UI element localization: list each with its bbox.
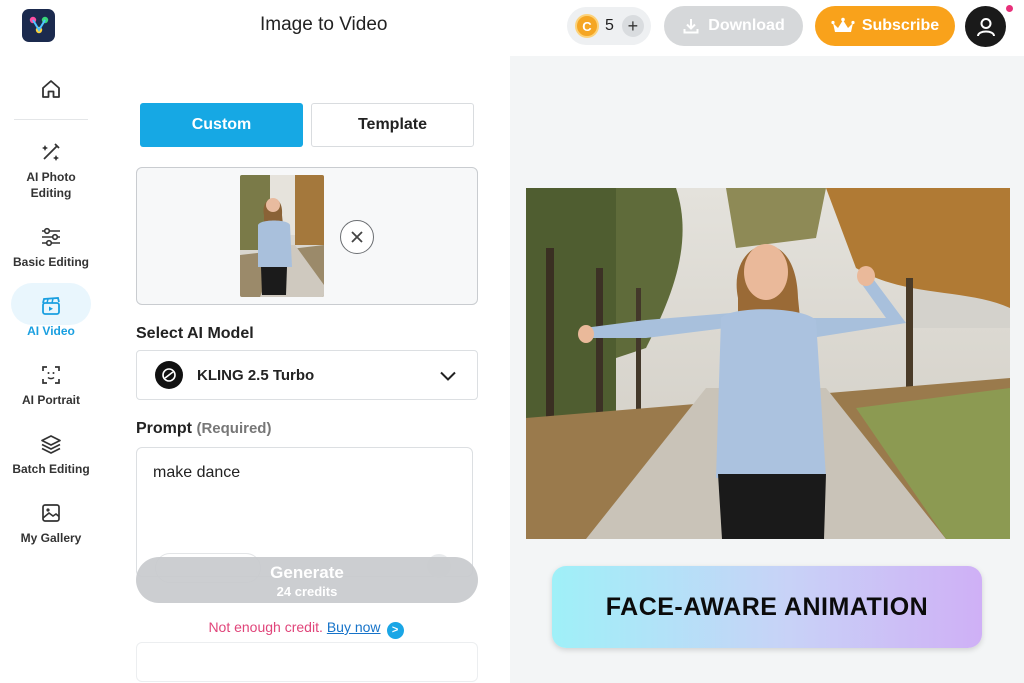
- model-dropdown[interactable]: KLING 2.5 Turbo: [136, 350, 478, 400]
- prompt-label: Prompt: [136, 420, 192, 437]
- selected-model: KLING 2.5 Turbo: [197, 366, 315, 384]
- layers-icon: [41, 435, 61, 454]
- download-button[interactable]: Download: [664, 6, 803, 46]
- sidebar-item-label: Batch Editing: [12, 462, 90, 476]
- kling-logo-icon: [155, 361, 183, 389]
- home-icon: [42, 80, 60, 98]
- logo-icon: [29, 16, 48, 33]
- coin-icon: C: [575, 14, 599, 38]
- sidebar-item-batch-editing[interactable]: Batch Editing: [0, 433, 102, 477]
- credits-widget[interactable]: C 5 +: [567, 7, 651, 45]
- app-logo[interactable]: [22, 9, 55, 42]
- negative-prompt-input[interactable]: [136, 642, 478, 682]
- notice-text: Not enough credit.: [208, 619, 323, 635]
- sliders-icon: [42, 227, 60, 247]
- tab-custom[interactable]: Custom: [140, 103, 303, 147]
- sidebar-item-home[interactable]: [40, 78, 62, 105]
- sidebar-item-label: AI Portrait: [21, 393, 80, 407]
- generate-label: Generate: [270, 563, 344, 582]
- sidebar-item-my-gallery[interactable]: My Gallery: [0, 502, 102, 546]
- sidebar: AI Photo Editing Basic Editing AI Video …: [0, 56, 102, 683]
- top-bar: Image to Video C 5 + Download Subscribe: [0, 0, 1024, 56]
- remove-image-button[interactable]: [340, 220, 374, 254]
- dancing-woman-photo: [526, 188, 1010, 539]
- preview-image: [526, 188, 1010, 539]
- uploaded-image-thumbnail: [240, 175, 324, 297]
- avatar[interactable]: [965, 6, 1006, 47]
- user-icon: [976, 17, 995, 36]
- download-icon: [683, 19, 699, 34]
- notification-dot: [1006, 5, 1013, 12]
- prompt-text: make dance: [153, 464, 241, 481]
- sidebar-item-basic-editing[interactable]: Basic Editing: [0, 226, 102, 270]
- credit-notice: Not enough credit. Buy now >: [102, 619, 510, 639]
- settings-panel: Custom Template Select AI Model KLING 2.…: [102, 56, 510, 683]
- face-scan-icon: [42, 366, 60, 384]
- buy-now-link[interactable]: Buy now: [327, 619, 381, 635]
- credit-count: 5: [605, 17, 614, 34]
- sidebar-item-label: My Gallery: [20, 531, 82, 545]
- image-icon: [42, 504, 60, 522]
- magic-wand-icon: [42, 143, 60, 161]
- sidebar-item-label: AI Photo: [26, 170, 76, 184]
- subscribe-label: Subscribe: [861, 17, 940, 34]
- prompt-required-hint: (Required): [196, 420, 272, 437]
- feature-badge: FACE-AWARE ANIMATION: [552, 566, 982, 648]
- sidebar-item-ai-photo-editing[interactable]: AI Photo Editing: [0, 141, 102, 201]
- generate-button[interactable]: Generate 24 credits: [136, 557, 478, 603]
- subscribe-button[interactable]: Subscribe: [815, 6, 955, 46]
- close-icon: [351, 231, 363, 243]
- model-section-label: Select AI Model: [136, 325, 254, 342]
- add-credits-button[interactable]: +: [621, 15, 644, 37]
- page-title: Image to Video: [260, 14, 388, 35]
- sidebar-item-ai-video[interactable]: AI Video: [0, 295, 102, 339]
- sidebar-divider: [14, 119, 88, 120]
- crown-icon: [831, 17, 855, 32]
- sidebar-item-label: Editing: [30, 186, 72, 200]
- clapperboard-icon: [42, 297, 60, 315]
- sidebar-item-label: AI Video: [27, 324, 75, 338]
- download-label: Download: [708, 17, 785, 34]
- generate-cost: 24 credits: [276, 584, 338, 599]
- image-upload-area[interactable]: [136, 167, 478, 305]
- sidebar-item-ai-portrait[interactable]: AI Portrait: [0, 364, 102, 408]
- woman-photo-thumbnail: [240, 175, 324, 297]
- prompt-section-label: Prompt (Required): [136, 420, 271, 438]
- sidebar-item-label: Basic Editing: [12, 255, 89, 269]
- tab-template[interactable]: Template: [311, 103, 474, 147]
- arrow-right-icon[interactable]: >: [386, 622, 404, 639]
- preview-area: FACE-AWARE ANIMATION: [510, 56, 1024, 683]
- chevron-down-icon: [440, 371, 456, 381]
